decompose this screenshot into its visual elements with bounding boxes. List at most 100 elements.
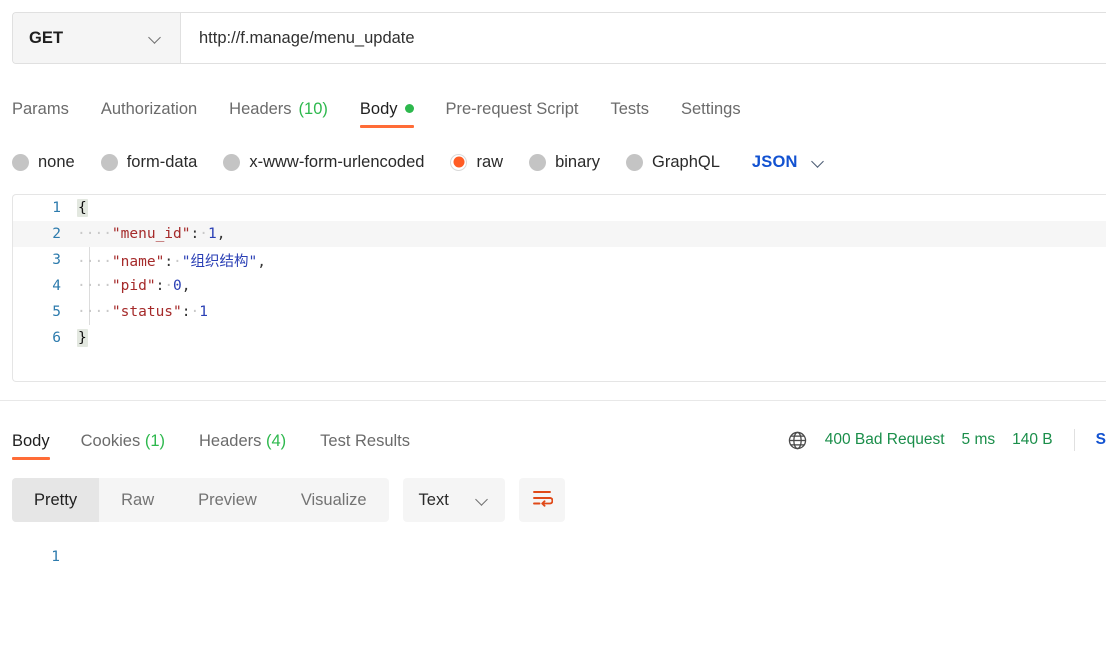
- code-line-content: ····"name":·"组织结构",: [75, 250, 1106, 271]
- response-tab-headers-label: Headers: [199, 431, 262, 450]
- json-value: 1: [207, 226, 217, 242]
- response-divider: [0, 400, 1106, 401]
- line-number: 1: [52, 200, 61, 216]
- tab-params-label: Params: [12, 99, 69, 118]
- view-mode-raw-label: Raw: [121, 490, 155, 509]
- raw-format-label: JSON: [751, 152, 798, 171]
- tab-authorization-label: Authorization: [100, 99, 198, 118]
- whitespace-dot: ·: [173, 253, 182, 270]
- radio-graphql-mark-icon: [626, 153, 644, 171]
- word-wrap-button[interactable]: [518, 478, 565, 522]
- response-tab-headers[interactable]: Headers (4): [182, 431, 303, 461]
- chevron-down-icon: [149, 32, 162, 45]
- code-line-content: ····"status":·1: [75, 304, 1106, 320]
- json-comma: ,: [181, 278, 191, 294]
- radio-x-www-form-urlencoded[interactable]: x-www-form-urlencoded: [223, 153, 424, 172]
- response-meta: 400 Bad Request 5 ms 140 B S: [787, 429, 1106, 460]
- response-view-mode-group: Pretty Raw Preview Visualize: [12, 478, 389, 522]
- response-status: 400 Bad Request: [824, 431, 945, 448]
- code-line: 5 ····"status":·1: [13, 299, 1106, 325]
- tab-body-label: Body: [359, 99, 398, 118]
- response-format-dropdown[interactable]: Text: [402, 478, 505, 522]
- code-line: 1 {: [13, 195, 1106, 221]
- request-body-editor[interactable]: 1 { 2 ····"menu_id":·1, 3 ····"name":·"组…: [12, 194, 1106, 382]
- radio-raw-mark-icon: [450, 153, 468, 171]
- whitespace-dots: ····: [77, 278, 112, 294]
- radio-graphql[interactable]: GraphQL: [626, 153, 720, 172]
- code-line: 4 ····"pid":·0,: [13, 273, 1106, 299]
- request-tabs: Params Authorization Headers (10) Body P…: [0, 86, 1106, 128]
- radio-urlencoded-label: x-www-form-urlencoded: [249, 152, 425, 171]
- postman-request-response-pane: GET http://f.manage/menu_update Params A…: [0, 12, 1106, 649]
- tab-tests-label: Tests: [610, 99, 649, 118]
- view-mode-raw[interactable]: Raw: [99, 478, 176, 522]
- radio-raw[interactable]: raw: [450, 153, 503, 172]
- response-tab-cookies-count: (1): [144, 431, 165, 450]
- json-key: "pid": [111, 278, 156, 294]
- code-line: 2 ····"menu_id":·1,: [13, 221, 1106, 247]
- json-key: "name": [111, 253, 165, 270]
- radio-none[interactable]: none: [12, 153, 75, 172]
- json-colon: :: [164, 253, 174, 270]
- code-line-content: }: [75, 329, 1106, 347]
- line-number: 4: [52, 278, 61, 294]
- view-mode-preview[interactable]: Preview: [176, 478, 279, 522]
- json-colon: :: [190, 226, 200, 242]
- code-line: 3 ····"name":·"组织结构",: [13, 247, 1106, 273]
- line-number: 3: [52, 252, 61, 268]
- tab-settings[interactable]: Settings: [665, 100, 757, 129]
- response-tab-body[interactable]: Body: [12, 431, 64, 461]
- tab-headers[interactable]: Headers (10): [213, 99, 344, 129]
- json-key: "menu_id": [111, 226, 191, 242]
- response-tab-cookies[interactable]: Cookies (1): [64, 431, 182, 461]
- response-format-label: Text: [418, 490, 449, 509]
- code-line-content: ····"pid":·0,: [75, 278, 1106, 294]
- response-header: Body Cookies (1) Headers (4) Test Result…: [0, 418, 1106, 460]
- response-tab-body-label: Body: [12, 431, 50, 450]
- view-mode-pretty[interactable]: Pretty: [12, 478, 100, 522]
- view-mode-pretty-label: Pretty: [34, 490, 78, 509]
- view-mode-visualize-label: Visualize: [300, 490, 367, 509]
- whitespace-dot: ·: [164, 278, 174, 294]
- view-mode-preview-label: Preview: [198, 490, 257, 509]
- json-colon: :: [181, 304, 191, 320]
- tab-headers-label: Headers: [229, 99, 292, 118]
- radio-binary[interactable]: binary: [529, 153, 600, 172]
- response-size: 140 B: [1012, 431, 1053, 448]
- radio-urlencoded-mark-icon: [223, 153, 241, 171]
- meta-separator: [1073, 429, 1075, 451]
- save-response-button[interactable]: S: [1096, 431, 1106, 449]
- tab-authorization[interactable]: Authorization: [85, 99, 213, 129]
- json-value: 0: [173, 278, 182, 294]
- url-input[interactable]: http://f.manage/menu_update: [181, 13, 1106, 63]
- radio-binary-label: binary: [555, 152, 601, 171]
- code-line-content: ····"menu_id":·1,: [75, 226, 1106, 242]
- response-tab-test-results[interactable]: Test Results: [303, 432, 427, 461]
- radio-form-data-mark-icon: [100, 153, 118, 171]
- radio-binary-mark-icon: [529, 153, 547, 171]
- raw-format-dropdown[interactable]: JSON: [752, 153, 825, 172]
- tab-body[interactable]: Body: [344, 99, 430, 129]
- tab-headers-count: (10): [298, 99, 328, 118]
- line-number: 1: [51, 549, 60, 565]
- json-colon: :: [155, 278, 165, 294]
- whitespace-dot: ·: [190, 304, 200, 320]
- radio-none-mark-icon: [12, 153, 29, 171]
- view-mode-visualize[interactable]: Visualize: [279, 478, 389, 522]
- json-value: 1: [199, 304, 208, 320]
- http-method-dropdown[interactable]: GET: [13, 13, 181, 63]
- whitespace-dot: ·: [199, 226, 208, 242]
- response-body-viewer[interactable]: 1: [0, 544, 1106, 570]
- response-time: 5 ms: [961, 431, 996, 448]
- tab-params[interactable]: Params: [12, 99, 85, 129]
- radio-form-data[interactable]: form-data: [100, 153, 197, 172]
- whitespace-dots: ····: [77, 253, 112, 270]
- json-key: "status": [111, 304, 182, 320]
- whitespace-dots: ····: [77, 304, 112, 320]
- line-number: 5: [52, 304, 61, 320]
- tab-tests[interactable]: Tests: [594, 99, 665, 129]
- response-toolbar: Pretty Raw Preview Visualize Text: [0, 478, 1106, 522]
- tab-pre-request-script[interactable]: Pre-request Script: [430, 100, 595, 129]
- body-type-radio-group: none form-data x-www-form-urlencoded raw…: [0, 148, 1106, 176]
- response-tab-headers-count: (4): [265, 431, 287, 450]
